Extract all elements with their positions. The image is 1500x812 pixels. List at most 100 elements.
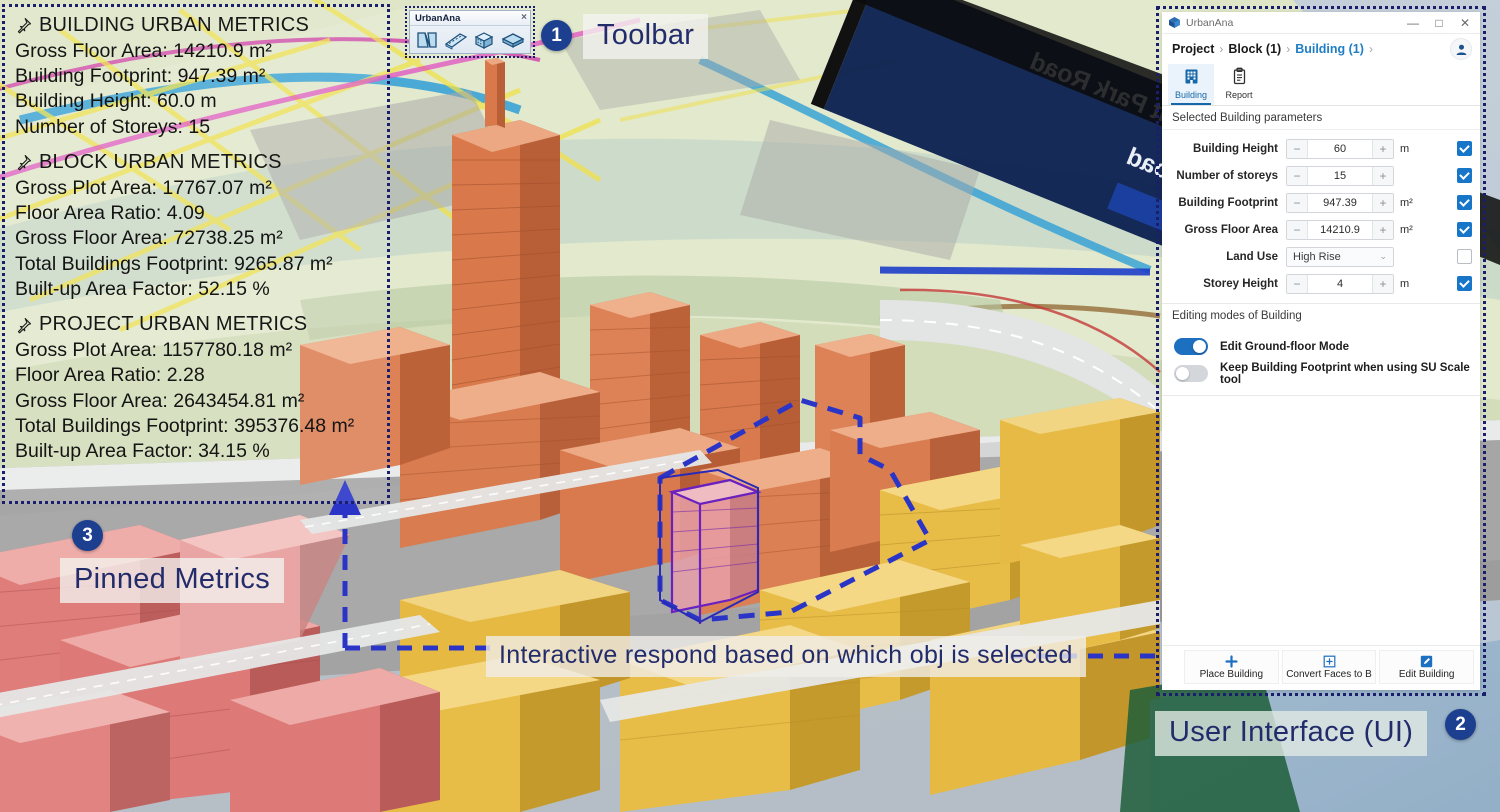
panel-title-bar: UrbanAna — □ ✕ <box>1162 12 1480 34</box>
building-tool-button[interactable] <box>472 28 498 52</box>
breadcrumb-separator: › <box>1219 42 1224 56</box>
minimize-button[interactable]: — <box>1400 13 1426 33</box>
button-place-building[interactable]: Place Building <box>1184 650 1279 684</box>
metric-group-title: BLOCK URBAN METRICS <box>15 150 379 176</box>
checkbox-building-footprint[interactable] <box>1457 195 1472 210</box>
metric-group-title: BUILDING URBAN METRICS <box>15 13 379 39</box>
toggle-row-keep-building-footprint-when-using-su-scale-tool: Keep Building Footprint when using SU Sc… <box>1162 360 1480 387</box>
parameter-row-building-height: Building Height−+m <box>1162 135 1480 162</box>
breadcrumb-item-project[interactable]: Project <box>1172 42 1214 56</box>
parameter-row-land-use: Land Use High Rise ⌄ <box>1162 243 1480 270</box>
pin-icon <box>17 18 32 34</box>
increment-number-of-storeys[interactable]: + <box>1372 166 1393 185</box>
parameter-row-building-footprint: Building Footprint−+m² <box>1162 189 1480 216</box>
stepper-number-of-storeys[interactable]: −+ <box>1286 165 1394 186</box>
toggle-label-edit-ground-floor-mode: Edit Ground-floor Mode <box>1220 340 1350 353</box>
value-input-gross-floor-area[interactable] <box>1308 223 1372 236</box>
metric-line: Floor Area Ratio: 2.28 <box>15 364 205 387</box>
annotation-label-toolbar: Toolbar <box>583 14 709 59</box>
increment-storey-height[interactable]: + <box>1372 274 1393 293</box>
value-input-building-height[interactable] <box>1308 142 1372 155</box>
toolbar-title-bar: UrbanAna × <box>410 11 530 26</box>
decrement-building-height[interactable]: − <box>1287 139 1308 158</box>
urbanana-toolbar[interactable]: UrbanAna × <box>409 10 531 54</box>
parameter-unit-building-height: m <box>1400 142 1410 155</box>
toggle-edit-ground-floor-mode[interactable] <box>1174 338 1208 355</box>
annotation-label-pinned-metrics: Pinned Metrics <box>60 558 284 603</box>
stepper-storey-height[interactable]: −+ <box>1286 273 1394 294</box>
app-logo-icon <box>1168 16 1181 29</box>
stepper-building-footprint[interactable]: −+ <box>1286 192 1394 213</box>
button-label: Convert Faces to B <box>1286 668 1372 680</box>
toggle-row-edit-ground-floor-mode: Edit Ground-floor Mode <box>1162 333 1480 360</box>
parameter-label-number-of-storeys: Number of storeys <box>1176 169 1278 182</box>
clipboard-icon <box>1230 67 1249 89</box>
increment-building-footprint[interactable]: + <box>1372 193 1393 212</box>
checkbox-storey-height[interactable] <box>1457 276 1472 291</box>
decrement-number-of-storeys[interactable]: − <box>1287 166 1308 185</box>
tab-label: Report <box>1225 90 1253 100</box>
parameter-row-number-of-storeys: Number of storeys−+ <box>1162 162 1480 189</box>
toggle-keep-building-footprint-when-using-su-scale-tool[interactable] <box>1174 365 1208 382</box>
parameter-row-storey-height: Storey Height−+m <box>1162 270 1480 297</box>
increment-gross-floor-area[interactable]: + <box>1372 220 1393 239</box>
stepper-building-height[interactable]: −+ <box>1286 138 1394 159</box>
checkbox-building-height[interactable] <box>1457 141 1472 156</box>
decrement-gross-floor-area[interactable]: − <box>1287 220 1308 239</box>
urbanana-ui-panel[interactable]: UrbanAna — □ ✕ Project › Block (1) › Buildin… <box>1162 12 1480 690</box>
plot-icon <box>416 30 438 50</box>
toolbar-close-icon[interactable]: × <box>521 13 527 23</box>
button-label: Edit Building <box>1398 668 1455 680</box>
parameter-label-building-footprint: Building Footprint <box>1178 196 1278 209</box>
parameter-unit-storey-height: m <box>1400 277 1410 290</box>
grid-plus-icon <box>1323 655 1336 669</box>
parameter-row-list: Building Height−+mNumber of storeys−+Bui… <box>1162 130 1480 304</box>
plus-icon <box>1225 655 1238 669</box>
value-input-building-footprint[interactable] <box>1308 196 1372 209</box>
breadcrumb-item-block-1[interactable]: Block (1) <box>1228 42 1281 56</box>
parameter-label-storey-height: Storey Height <box>1203 277 1278 290</box>
button-convert-faces-to-b[interactable]: Convert Faces to B <box>1281 650 1377 684</box>
increment-building-height[interactable]: + <box>1372 139 1393 158</box>
breadcrumb-item-building-1[interactable]: Building (1) <box>1295 42 1364 56</box>
decrement-building-footprint[interactable]: − <box>1287 193 1308 212</box>
metric-group-title-text: BLOCK URBAN METRICS <box>39 150 282 173</box>
checkbox-gross-floor-area[interactable] <box>1457 222 1472 237</box>
button-label: Place Building <box>1199 668 1264 680</box>
road-tool-button[interactable] <box>443 28 469 52</box>
checkbox-land-use[interactable] <box>1457 249 1472 264</box>
value-input-number-of-storeys[interactable] <box>1308 169 1372 182</box>
breadcrumb-separator: › <box>1368 42 1373 56</box>
value-input-storey-height[interactable] <box>1308 277 1372 290</box>
metric-line: Gross Plot Area: 17767.07 m² <box>15 176 272 199</box>
maximize-button[interactable]: □ <box>1426 13 1452 33</box>
metric-line: Floor Area Ratio: 4.09 <box>15 201 205 224</box>
stepper-gross-floor-area[interactable]: −+ <box>1286 219 1394 240</box>
parameter-unit-building-footprint: m² <box>1400 196 1413 209</box>
slab-tool-button[interactable] <box>500 28 526 52</box>
chevron-down-icon: ⌄ <box>1379 251 1387 261</box>
editing-section-title: Editing modes of Building <box>1172 310 1302 322</box>
plot-tool-button[interactable] <box>414 28 440 52</box>
decrement-storey-height[interactable]: − <box>1287 274 1308 293</box>
close-button[interactable]: ✕ <box>1452 13 1478 33</box>
annotation-label-user-interface: User Interface (UI) <box>1155 711 1428 756</box>
button-edit-building[interactable]: Edit Building <box>1379 650 1475 684</box>
breadcrumb-separator: › <box>1286 42 1291 56</box>
select-land-use[interactable]: High Rise ⌄ <box>1286 246 1394 267</box>
annotation-badge-2: 2 <box>1445 709 1476 740</box>
parameter-unit-gross-floor-area: m² <box>1400 223 1413 236</box>
toolbar-title-label: UrbanAna <box>415 12 461 24</box>
metric-group-title-text: PROJECT URBAN METRICS <box>39 313 308 336</box>
toggle-label-keep-building-footprint-when-using-su-scale-tool: Keep Building Footprint when using SU Sc… <box>1220 361 1470 386</box>
metric-line: Total Buildings Footprint: 9265.87 m² <box>15 252 333 275</box>
slab-diamond-icon <box>501 30 525 50</box>
checkbox-number-of-storeys[interactable] <box>1457 168 1472 183</box>
tab-building[interactable]: Building <box>1168 64 1214 105</box>
tab-bar: Building Report <box>1162 64 1480 106</box>
tab-report[interactable]: Report <box>1216 64 1262 105</box>
metric-line: Built-up Area Factor: 34.15 % <box>15 440 270 463</box>
account-avatar-icon[interactable] <box>1450 38 1472 60</box>
ui-panel-highlight-frame: UrbanAna — □ ✕ Project › Block (1) › Buildin… <box>1156 6 1486 696</box>
metric-group: BUILDING URBAN METRICS Gross Floor Area: … <box>15 13 379 140</box>
